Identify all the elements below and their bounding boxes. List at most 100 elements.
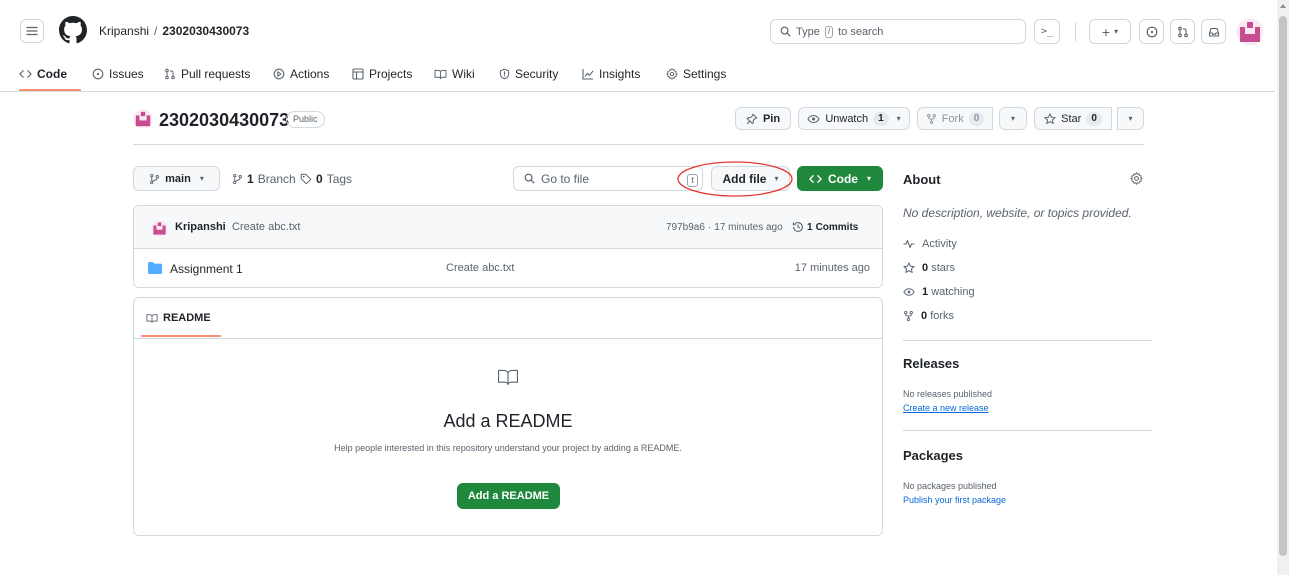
commits-word: Commits: [815, 221, 859, 233]
forks-count: 0: [921, 310, 928, 322]
stars-link[interactable]: 0 stars: [903, 262, 955, 274]
branch-icon: [150, 173, 160, 184]
chevron-down-icon: ▾: [866, 174, 871, 183]
code-icon: [19, 69, 32, 79]
readme-header-border: [134, 338, 882, 339]
create-new-button[interactable]: + ▾: [1089, 19, 1131, 44]
pull-requests-button[interactable]: [1170, 19, 1195, 44]
add-readme-button[interactable]: Add a README: [457, 483, 560, 509]
tab-label: Insights: [599, 67, 641, 81]
folder-icon: [148, 262, 162, 274]
create-release-link[interactable]: Create a new release: [903, 403, 989, 413]
book-icon: [498, 369, 518, 386]
scrollbar-track[interactable]: [1277, 0, 1289, 575]
scroll-up-arrow[interactable]: [1280, 4, 1286, 8]
releases-empty-text: No releases published: [903, 389, 993, 399]
tab-settings[interactable]: Settings: [666, 64, 726, 84]
user-avatar[interactable]: [1236, 18, 1264, 46]
tab-label: Projects: [369, 67, 413, 81]
commit-author[interactable]: Kripanshi: [175, 221, 226, 233]
global-search-input[interactable]: Type / to search: [770, 19, 1026, 44]
issue-icon: [92, 68, 104, 80]
shield-icon: [499, 68, 510, 80]
commits-history-link[interactable]: 1 Commits: [792, 221, 858, 233]
commit-dot: ·: [707, 222, 712, 233]
branch-count: 1: [247, 172, 254, 186]
star-count: 0: [1086, 111, 1102, 126]
search-placeholder-prefix: Type: [796, 25, 820, 38]
breadcrumb: Kripanshi / 2302030430073: [99, 24, 249, 38]
book-icon: [146, 313, 158, 323]
tab-issues[interactable]: Issues: [92, 64, 144, 84]
publish-package-link[interactable]: Publish your first package: [903, 495, 1006, 505]
star-button[interactable]: Star 0: [1034, 107, 1112, 130]
branch-icon: [233, 173, 242, 185]
github-logo-icon[interactable]: [59, 16, 87, 44]
search-placeholder-suffix: to search: [838, 25, 884, 38]
activity-link[interactable]: Activity: [903, 238, 957, 250]
code-icon: [809, 174, 822, 183]
latest-commit-row: Kripanshi Create abc.txt 797b9a6 · 17 mi…: [134, 206, 882, 249]
gear-icon[interactable]: [1130, 172, 1143, 185]
watching-link[interactable]: 1 watching: [903, 286, 975, 298]
star-dropdown-button[interactable]: ▾: [1117, 107, 1144, 130]
repo-title[interactable]: 2302030430073: [159, 110, 289, 131]
readme-tab[interactable]: README: [146, 312, 211, 324]
pin-button[interactable]: Pin: [735, 107, 791, 130]
hamburger-menu-button[interactable]: [20, 19, 44, 43]
tags-link[interactable]: 0 Tags: [300, 172, 352, 186]
breadcrumb-repo-link[interactable]: 2302030430073: [162, 24, 249, 38]
tab-wiki[interactable]: Wiki: [434, 64, 475, 84]
scrollbar-thumb[interactable]: [1279, 16, 1287, 556]
tab-insights[interactable]: Insights: [582, 64, 640, 84]
tab-code[interactable]: Code: [19, 64, 67, 84]
commit-meta: 797b9a6 · 17 minutes ago: [666, 222, 783, 233]
history-icon: [792, 222, 803, 232]
unwatch-button[interactable]: Unwatch 1 ▾: [798, 107, 910, 130]
file-commit-message[interactable]: Create abc.txt: [446, 262, 514, 274]
tab-pull-requests[interactable]: Pull requests: [164, 64, 250, 84]
commit-message[interactable]: Create abc.txt: [232, 221, 300, 233]
play-icon: [273, 68, 285, 80]
activity-label: Activity: [922, 238, 957, 250]
breadcrumb-owner-link[interactable]: Kripanshi: [99, 24, 149, 38]
hamburger-icon: [26, 26, 38, 36]
commit-hash[interactable]: 797b9a6: [666, 222, 705, 233]
code-dropdown-button[interactable]: Code ▾: [797, 166, 883, 191]
branches-link[interactable]: 1 Branch: [232, 172, 296, 186]
pin-icon: [746, 113, 758, 124]
tab-label: Settings: [683, 67, 727, 81]
tab-label: Wiki: [452, 67, 475, 81]
tab-security[interactable]: Security: [499, 64, 558, 84]
stars-word: stars: [931, 262, 956, 274]
breadcrumb-separator: /: [154, 24, 158, 38]
plus-icon: +: [1101, 23, 1111, 40]
sidebar-divider: [903, 430, 1152, 431]
pull-request-icon: [164, 68, 176, 80]
forks-word: forks: [930, 310, 955, 322]
fork-icon: [904, 310, 913, 322]
forks-link[interactable]: 0 forks: [903, 310, 954, 322]
visibility-badge: Public: [286, 111, 325, 128]
tab-actions[interactable]: Actions: [273, 64, 329, 84]
fork-button[interactable]: Fork 0: [917, 107, 993, 130]
packages-title[interactable]: Packages: [903, 448, 963, 463]
readme-help-text: Help people interested in this repositor…: [334, 443, 682, 453]
command-palette-button[interactable]: >_: [1034, 19, 1060, 44]
inbox-button[interactable]: [1201, 19, 1226, 44]
branch-select-button[interactable]: main ▾: [133, 166, 220, 191]
about-title: About: [903, 172, 941, 187]
code-label: Code: [827, 171, 858, 186]
gear-icon: [666, 68, 678, 80]
fork-dropdown-button[interactable]: ▾: [999, 107, 1027, 130]
issues-button[interactable]: [1139, 19, 1164, 44]
releases-title[interactable]: Releases: [903, 356, 959, 371]
table-row[interactable]: Assignment 1 Create abc.txt 17 minutes a…: [134, 249, 882, 287]
file-name[interactable]: Assignment 1: [170, 262, 243, 276]
tab-projects[interactable]: Projects: [352, 64, 412, 84]
about-description: No description, website, or topics provi…: [903, 206, 1132, 220]
fork-label: Fork: [941, 112, 964, 125]
pin-label: Pin: [762, 112, 781, 125]
go-to-file-input[interactable]: Go to file: [513, 166, 703, 191]
star-icon: [1044, 112, 1056, 124]
